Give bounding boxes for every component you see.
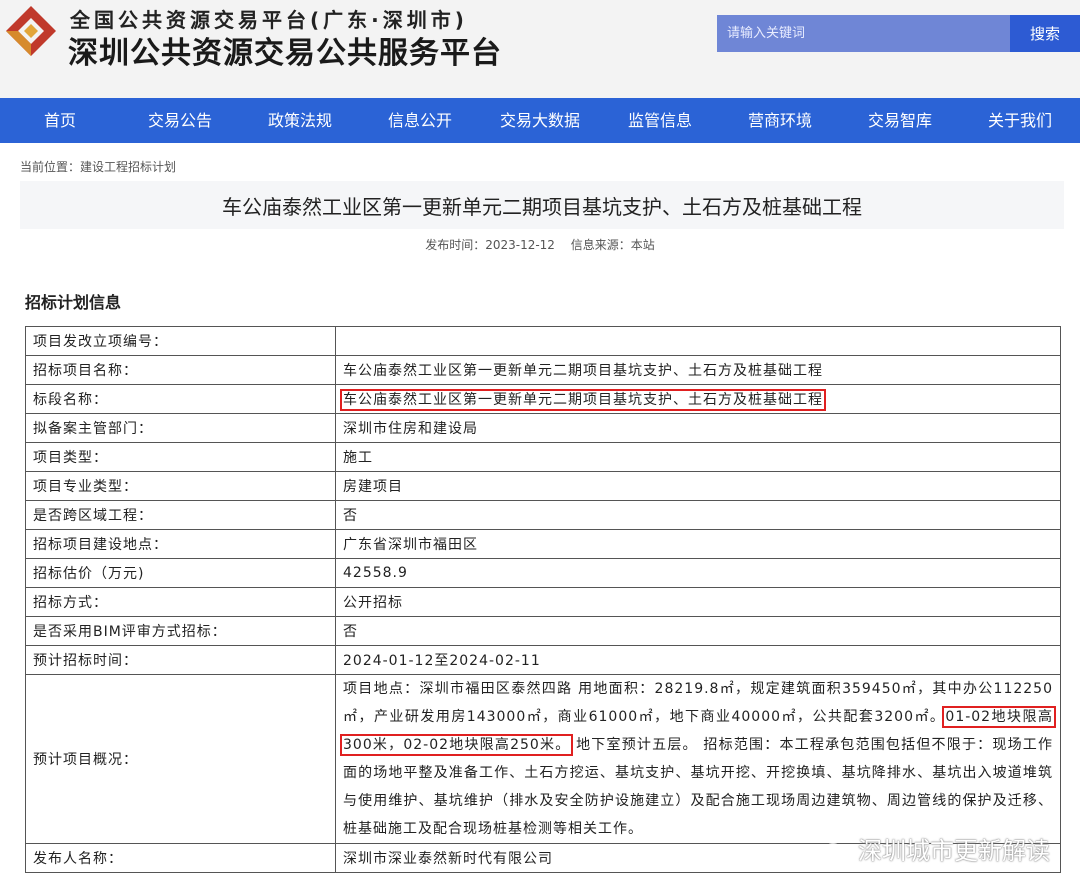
row-label: 预计项目概况：: [25, 674, 336, 844]
table-row: 项目发改立项编号：: [25, 326, 1061, 356]
breadcrumb-prefix: 当前位置：: [20, 160, 81, 174]
row-value: [335, 326, 1061, 356]
table-row: 标段名称： 车公庙泰然工业区第一更新单元二期项目基坑支护、土石方及桩基础工程: [25, 384, 1061, 414]
watermark: 深圳城市更新解读: [822, 831, 1050, 866]
nav-item-think-tank[interactable]: 交易智库: [840, 98, 960, 143]
row-label: 发布人名称：: [25, 843, 336, 873]
nav-item-business-env[interactable]: 营商环境: [720, 98, 840, 143]
table-row: 招标项目名称： 车公庙泰然工业区第一更新单元二期项目基坑支护、土石方及桩基础工程: [25, 355, 1061, 385]
row-label: 招标项目名称：: [25, 355, 336, 385]
table-row: 招标方式： 公开招标: [25, 587, 1061, 617]
site-header: 全国公共资源交易平台(广东·深圳市) 深圳公共资源交易公共服务平台 搜索: [0, 0, 1080, 98]
highlighted-section-name: 车公庙泰然工业区第一更新单元二期项目基坑支护、土石方及桩基础工程: [340, 389, 826, 411]
breadcrumb-current[interactable]: 建设工程招标计划: [80, 160, 176, 174]
row-label: 预计招标时间：: [25, 645, 336, 675]
nav-item-announcements[interactable]: 交易公告: [120, 98, 240, 143]
table-row: 招标项目建设地点： 广东省深圳市福田区: [25, 529, 1061, 559]
row-label: 是否采用BIM评审方式招标：: [25, 616, 336, 646]
row-value: 房建项目: [335, 471, 1061, 501]
table-row: 预计招标时间： 2024-01-12至2024-02-11: [25, 645, 1061, 675]
row-label: 标段名称：: [25, 384, 336, 414]
table-row: 项目专业类型： 房建项目: [25, 471, 1061, 501]
publish-date: 发布时间：2023-12-12: [425, 238, 555, 252]
row-label: 项目专业类型：: [25, 471, 336, 501]
nav-item-supervision[interactable]: 监管信息: [600, 98, 720, 143]
row-value: 否: [335, 616, 1061, 646]
nav-item-big-data[interactable]: 交易大数据: [480, 98, 600, 143]
nav-item-disclosure[interactable]: 信息公开: [360, 98, 480, 143]
overview-value: 项目地点：深圳市福田区泰然四路 用地面积：28219.8㎡，规定建筑面积3594…: [335, 674, 1061, 844]
main-nav: 首页 交易公告 政策法规 信息公开 交易大数据 监管信息 营商环境 交易智库 关…: [0, 98, 1080, 143]
info-source: 信息来源：本站: [570, 238, 655, 252]
row-label: 招标估价（万元): [25, 558, 336, 588]
breadcrumb: 当前位置：建设工程招标计划: [20, 158, 176, 175]
table-row: 是否跨区域工程： 否: [25, 500, 1061, 530]
search-button[interactable]: 搜索: [1010, 15, 1080, 52]
row-value: 2024-01-12至2024-02-11: [335, 645, 1061, 675]
nav-item-home[interactable]: 首页: [0, 98, 120, 143]
row-label: 是否跨区域工程：: [25, 500, 336, 530]
row-label: 拟备案主管部门：: [25, 413, 336, 443]
section-title: 招标计划信息: [25, 293, 122, 312]
table-row-overview: 预计项目概况： 项目地点：深圳市福田区泰然四路 用地面积：28219.8㎡，规定…: [25, 674, 1061, 844]
table-row: 拟备案主管部门： 深圳市住房和建设局: [25, 413, 1061, 443]
row-value: 施工: [335, 442, 1061, 472]
wechat-icon: [823, 843, 850, 861]
title-box: 车公庙泰然工业区第一更新单元二期项目基坑支护、土石方及桩基础工程: [20, 181, 1064, 229]
search-input[interactable]: [717, 15, 1010, 52]
row-value: 公开招标: [335, 587, 1061, 617]
row-value: 车公庙泰然工业区第一更新单元二期项目基坑支护、土石方及桩基础工程: [335, 355, 1061, 385]
row-value: 42558.9: [335, 558, 1061, 588]
row-value: 深圳市住房和建设局: [335, 413, 1061, 443]
logo-icon: [6, 6, 56, 56]
row-value: 广东省深圳市福田区: [335, 529, 1061, 559]
page-title: 车公庙泰然工业区第一更新单元二期项目基坑支护、土石方及桩基础工程: [222, 194, 862, 219]
row-value: 否: [335, 500, 1061, 530]
plan-info-table: 项目发改立项编号： 招标项目名称： 车公庙泰然工业区第一更新单元二期项目基坑支护…: [25, 326, 1061, 873]
nav-item-policies[interactable]: 政策法规: [240, 98, 360, 143]
row-label: 招标项目建设地点：: [25, 529, 336, 559]
table-row: 招标估价（万元) 42558.9: [25, 558, 1061, 588]
row-label: 项目发改立项编号：: [25, 326, 336, 356]
nav-item-about[interactable]: 关于我们: [960, 98, 1080, 143]
row-value-cell: 车公庙泰然工业区第一更新单元二期项目基坑支护、土石方及桩基础工程: [335, 384, 1061, 414]
row-label: 招标方式：: [25, 587, 336, 617]
article-meta: 发布时间：2023-12-12 信息来源：本站: [0, 236, 1080, 253]
watermark-text: 深圳城市更新解读: [858, 837, 1050, 865]
table-row: 是否采用BIM评审方式招标： 否: [25, 616, 1061, 646]
row-label: 项目类型：: [25, 442, 336, 472]
logo-title: 深圳公共资源交易公共服务平台: [68, 36, 502, 71]
table-row: 项目类型： 施工: [25, 442, 1061, 472]
